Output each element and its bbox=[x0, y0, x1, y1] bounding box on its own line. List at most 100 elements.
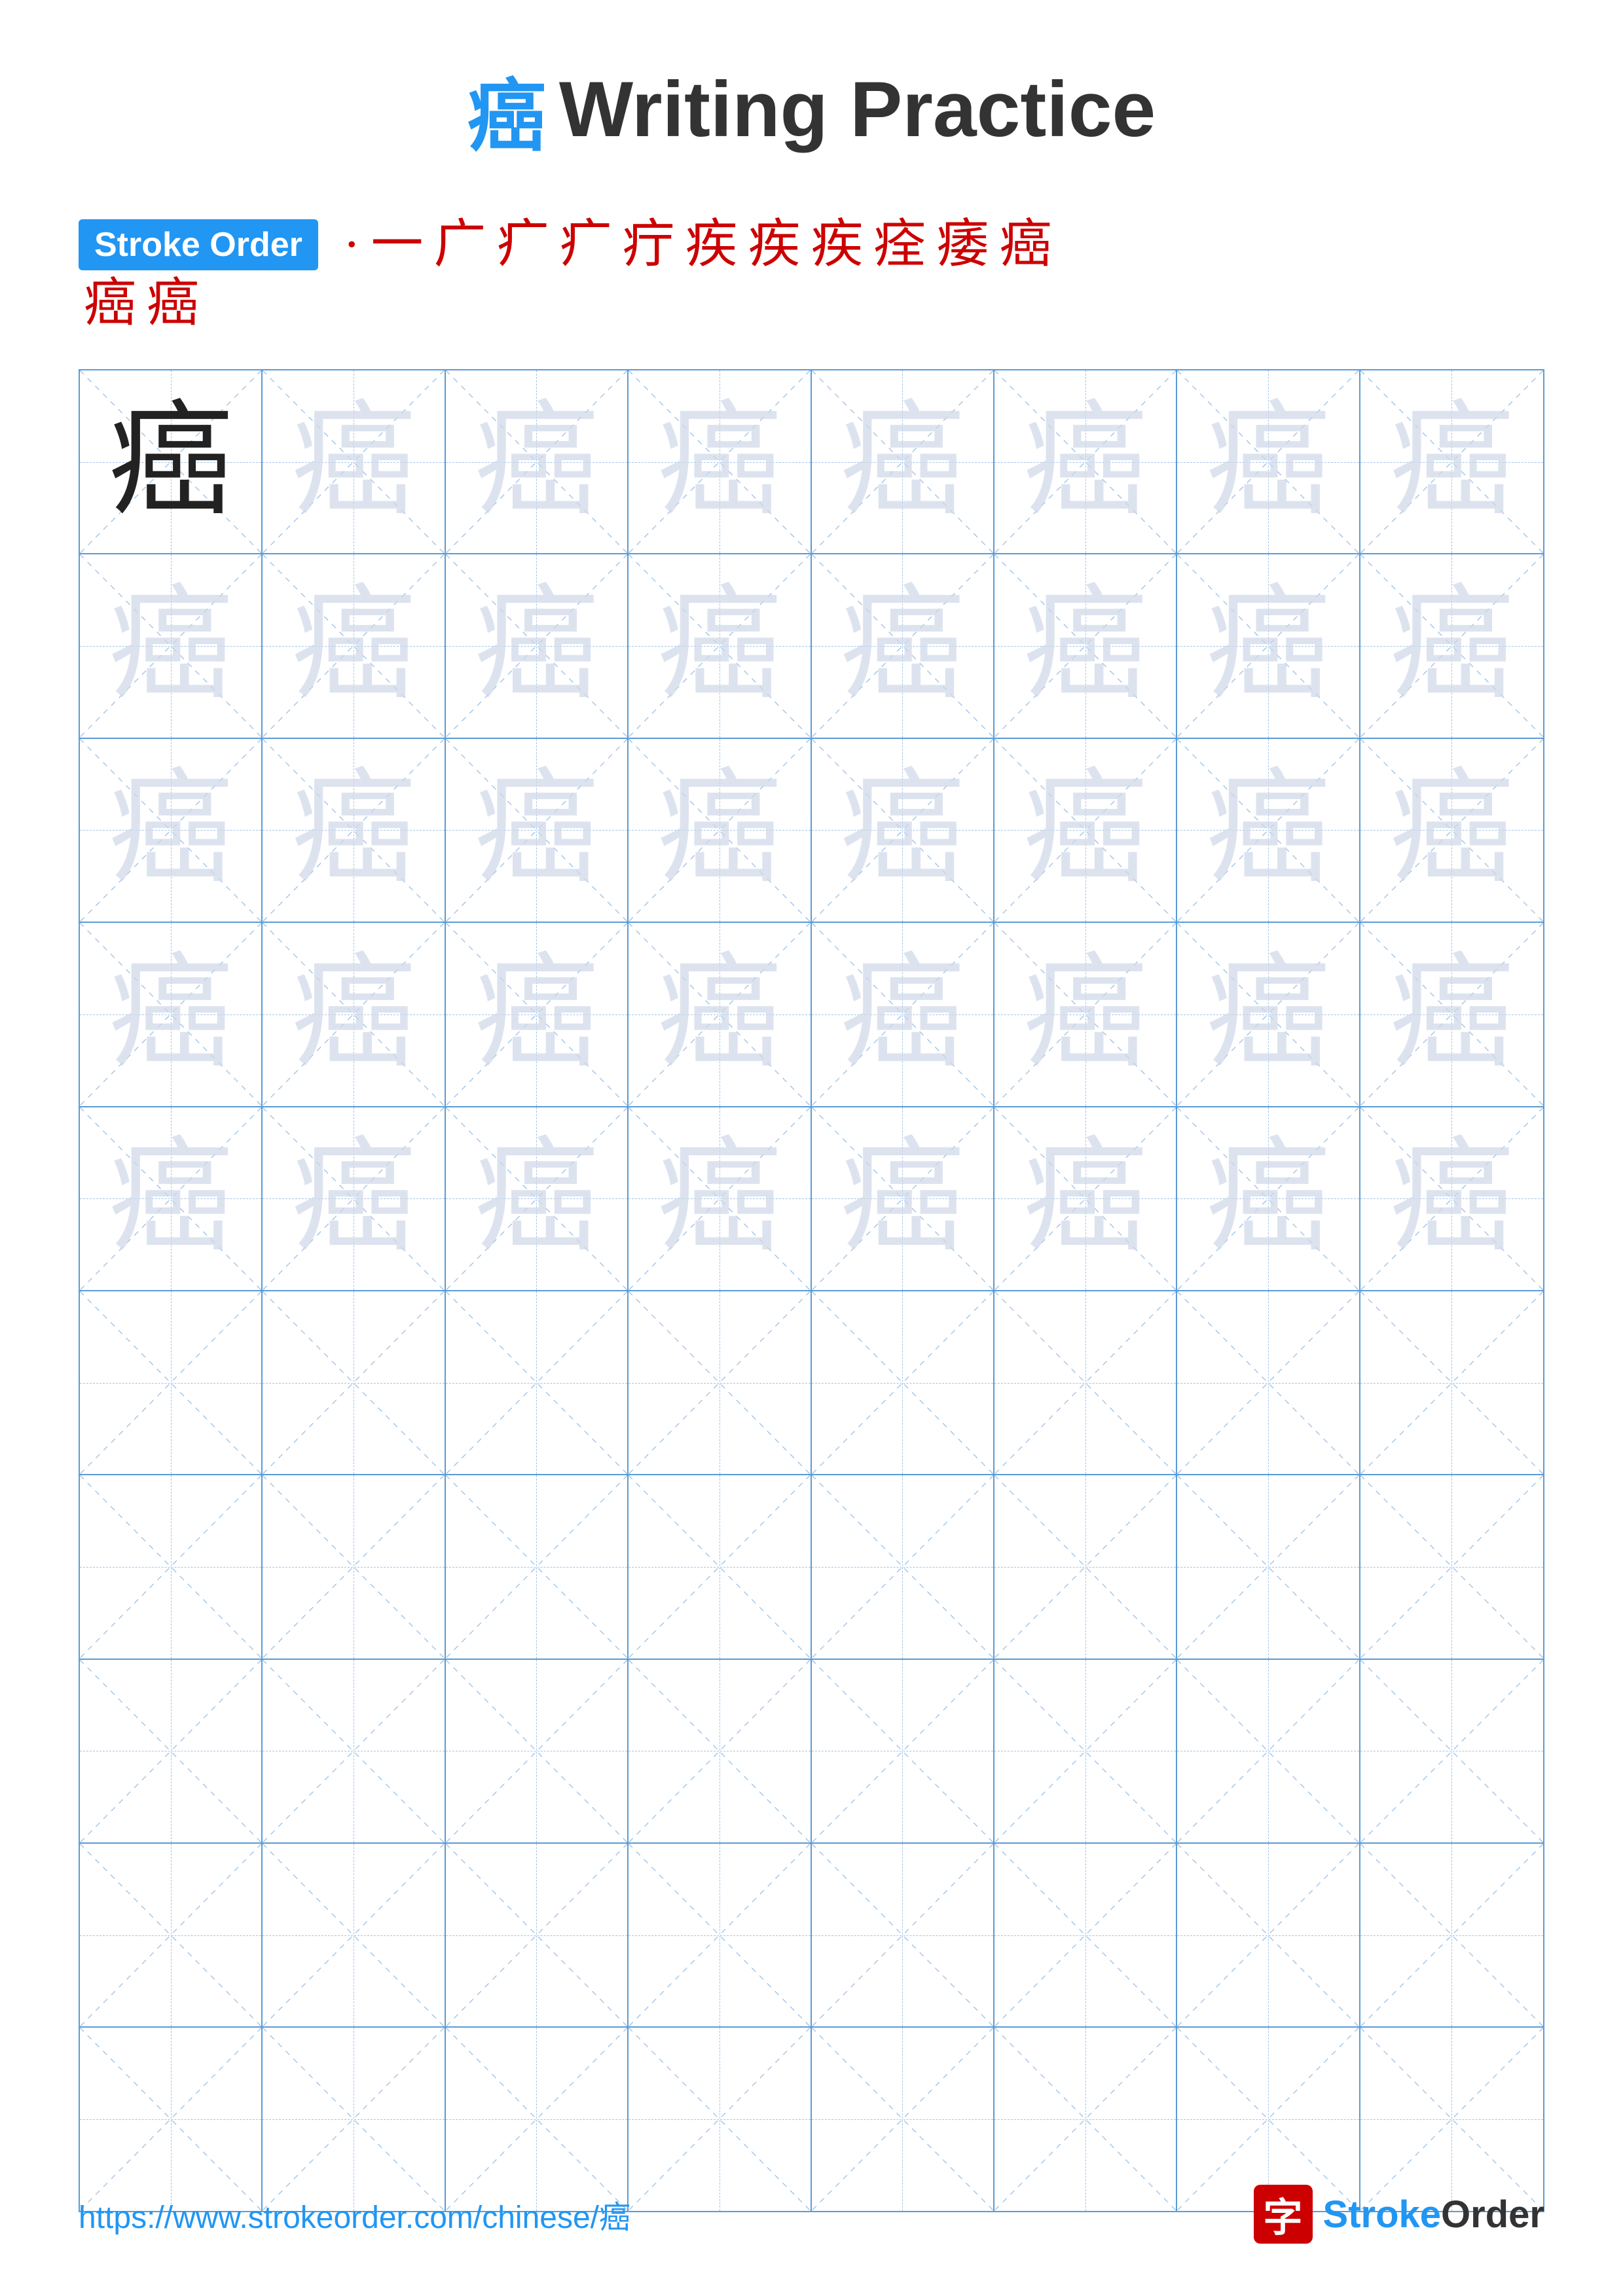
grid-cell-10-8[interactable] bbox=[1360, 2028, 1543, 2210]
grid-cell-3-7[interactable]: 癌 bbox=[1177, 739, 1360, 922]
grid-cell-9-4[interactable] bbox=[629, 1844, 811, 2026]
grid-row-8 bbox=[80, 1660, 1543, 1844]
grid-cell-2-2[interactable]: 癌 bbox=[263, 554, 445, 737]
grid-cell-7-2[interactable] bbox=[263, 1475, 445, 1658]
practice-char-light: 癌 bbox=[840, 400, 964, 524]
grid-cell-7-5[interactable] bbox=[812, 1475, 994, 1658]
grid-cell-4-3[interactable]: 癌 bbox=[446, 923, 629, 1105]
grid-cell-6-6[interactable] bbox=[994, 1291, 1177, 1474]
footer-url-link[interactable]: https://www.strokeorder.com/chinese/癌 bbox=[79, 2191, 630, 2237]
grid-cell-4-5[interactable]: 癌 bbox=[812, 923, 994, 1105]
practice-char-light: 癌 bbox=[474, 768, 598, 892]
grid-cell-8-7[interactable] bbox=[1177, 1660, 1360, 1842]
grid-cell-10-5[interactable] bbox=[812, 2028, 994, 2210]
grid-cell-9-7[interactable] bbox=[1177, 1844, 1360, 2026]
grid-cell-3-5[interactable]: 癌 bbox=[812, 739, 994, 922]
stroke-6: 疔 bbox=[623, 219, 675, 271]
grid-cell-1-6[interactable]: 癌 bbox=[994, 370, 1177, 553]
grid-cell-10-4[interactable] bbox=[629, 2028, 811, 2210]
grid-cell-3-8[interactable]: 癌 bbox=[1360, 739, 1543, 922]
practice-char-light: 癌 bbox=[109, 768, 233, 892]
grid-cell-5-8[interactable]: 癌 bbox=[1360, 1107, 1543, 1290]
grid-cell-9-8[interactable] bbox=[1360, 1844, 1543, 2026]
grid-cell-5-2[interactable]: 癌 bbox=[263, 1107, 445, 1290]
practice-char-light: 癌 bbox=[1389, 1136, 1514, 1261]
practice-char-light: 癌 bbox=[291, 952, 416, 1077]
grid-cell-1-4[interactable]: 癌 bbox=[629, 370, 811, 553]
grid-cell-10-2[interactable] bbox=[263, 2028, 445, 2210]
stroke-2: 一 bbox=[371, 219, 424, 271]
grid-cell-1-7[interactable]: 癌 bbox=[1177, 370, 1360, 553]
grid-cell-9-1[interactable] bbox=[80, 1844, 263, 2026]
grid-cell-9-5[interactable] bbox=[812, 1844, 994, 2026]
grid-cell-8-5[interactable] bbox=[812, 1660, 994, 1842]
grid-cell-4-1[interactable]: 癌 bbox=[80, 923, 263, 1105]
grid-cell-6-8[interactable] bbox=[1360, 1291, 1543, 1474]
grid-cell-5-1[interactable]: 癌 bbox=[80, 1107, 263, 1290]
grid-cell-2-1[interactable]: 癌 bbox=[80, 554, 263, 737]
grid-cell-7-4[interactable] bbox=[629, 1475, 811, 1658]
grid-cell-6-5[interactable] bbox=[812, 1291, 994, 1474]
grid-cell-5-6[interactable]: 癌 bbox=[994, 1107, 1177, 1290]
grid-cell-8-1[interactable] bbox=[80, 1660, 263, 1842]
grid-cell-7-6[interactable] bbox=[994, 1475, 1177, 1658]
grid-cell-4-8[interactable]: 癌 bbox=[1360, 923, 1543, 1105]
grid-cell-5-7[interactable]: 癌 bbox=[1177, 1107, 1360, 1290]
grid-cell-2-3[interactable]: 癌 bbox=[446, 554, 629, 737]
grid-cell-8-6[interactable] bbox=[994, 1660, 1177, 1842]
stroke-3: 广 bbox=[434, 219, 486, 271]
grid-cell-9-2[interactable] bbox=[263, 1844, 445, 2026]
grid-cell-7-1[interactable] bbox=[80, 1475, 263, 1658]
grid-cell-7-7[interactable] bbox=[1177, 1475, 1360, 1658]
grid-cell-8-3[interactable] bbox=[446, 1660, 629, 1842]
grid-cell-4-4[interactable]: 癌 bbox=[629, 923, 811, 1105]
grid-cell-1-1[interactable]: 癌 bbox=[80, 370, 263, 553]
grid-cell-2-4[interactable]: 癌 bbox=[629, 554, 811, 737]
grid-cell-5-3[interactable]: 癌 bbox=[446, 1107, 629, 1290]
grid-cell-8-8[interactable] bbox=[1360, 1660, 1543, 1842]
stroke-4: 疒 bbox=[497, 219, 549, 271]
grid-cell-7-8[interactable] bbox=[1360, 1475, 1543, 1658]
practice-char-light: 癌 bbox=[1206, 1136, 1330, 1261]
practice-char-light: 癌 bbox=[474, 952, 598, 1077]
grid-cell-6-7[interactable] bbox=[1177, 1291, 1360, 1474]
grid-cell-9-6[interactable] bbox=[994, 1844, 1177, 2026]
stroke-order-row2: 癌 癌 bbox=[79, 278, 1544, 330]
grid-cell-6-1[interactable] bbox=[80, 1291, 263, 1474]
grid-cell-8-2[interactable] bbox=[263, 1660, 445, 1842]
grid-cell-3-2[interactable]: 癌 bbox=[263, 739, 445, 922]
practice-char-light: 癌 bbox=[1023, 584, 1148, 708]
grid-cell-3-6[interactable]: 癌 bbox=[994, 739, 1177, 922]
grid-cell-1-8[interactable]: 癌 bbox=[1360, 370, 1543, 553]
grid-cell-10-1[interactable] bbox=[80, 2028, 263, 2210]
grid-cell-10-3[interactable] bbox=[446, 2028, 629, 2210]
grid-cell-6-2[interactable] bbox=[263, 1291, 445, 1474]
grid-cell-5-4[interactable]: 癌 bbox=[629, 1107, 811, 1290]
practice-char-light: 癌 bbox=[657, 584, 782, 708]
grid-cell-3-4[interactable]: 癌 bbox=[629, 739, 811, 922]
grid-cell-9-3[interactable] bbox=[446, 1844, 629, 2026]
grid-cell-7-3[interactable] bbox=[446, 1475, 629, 1658]
grid-cell-1-2[interactable]: 癌 bbox=[263, 370, 445, 553]
grid-cell-6-3[interactable] bbox=[446, 1291, 629, 1474]
grid-cell-10-7[interactable] bbox=[1177, 2028, 1360, 2210]
grid-cell-1-5[interactable]: 癌 bbox=[812, 370, 994, 553]
grid-cell-4-6[interactable]: 癌 bbox=[994, 923, 1177, 1105]
grid-cell-1-3[interactable]: 癌 bbox=[446, 370, 629, 553]
grid-cell-10-6[interactable] bbox=[994, 2028, 1177, 2210]
grid-cell-4-2[interactable]: 癌 bbox=[263, 923, 445, 1105]
grid-cell-2-7[interactable]: 癌 bbox=[1177, 554, 1360, 737]
grid-cell-8-4[interactable] bbox=[629, 1660, 811, 1842]
grid-cell-3-3[interactable]: 癌 bbox=[446, 739, 629, 922]
grid-cell-4-7[interactable]: 癌 bbox=[1177, 923, 1360, 1105]
grid-cell-2-6[interactable]: 癌 bbox=[994, 554, 1177, 737]
grid-cell-3-1[interactable]: 癌 bbox=[80, 739, 263, 922]
grid-cell-5-5[interactable]: 癌 bbox=[812, 1107, 994, 1290]
grid-cell-2-5[interactable]: 癌 bbox=[812, 554, 994, 737]
grid-row-3: 癌 癌 癌 癌 癌 癌 癌 癌 bbox=[80, 739, 1543, 923]
grid-cell-6-4[interactable] bbox=[629, 1291, 811, 1474]
grid-cell-2-8[interactable]: 癌 bbox=[1360, 554, 1543, 737]
practice-grid: 癌 癌 癌 bbox=[79, 369, 1544, 2212]
practice-char-light: 癌 bbox=[657, 768, 782, 892]
practice-char-light: 癌 bbox=[840, 584, 964, 708]
